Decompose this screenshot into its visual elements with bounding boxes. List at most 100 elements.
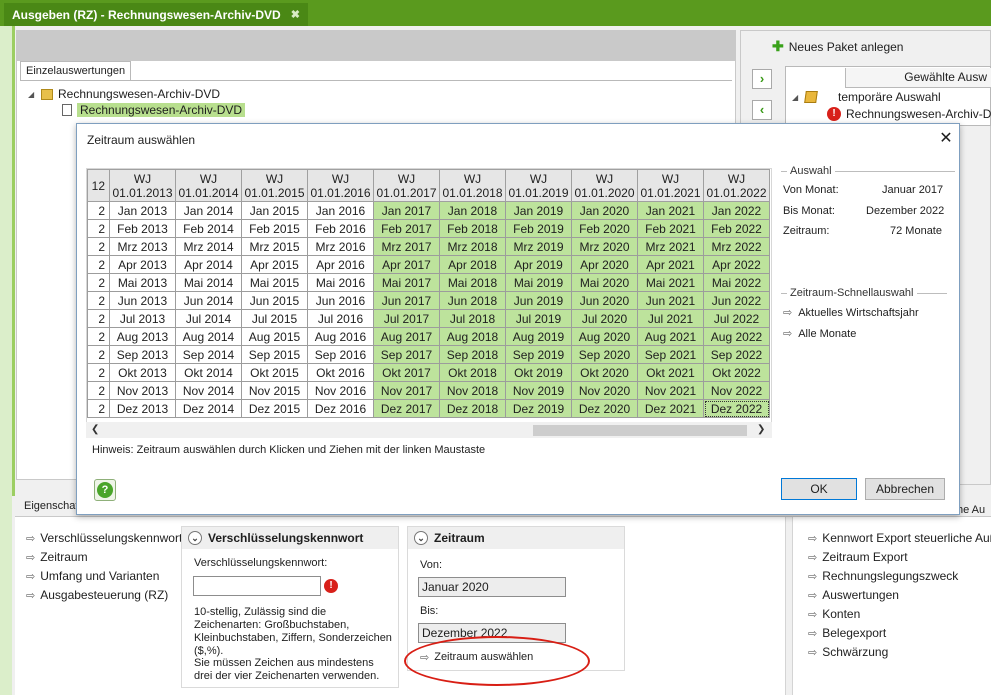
month-cell[interactable]: Jul 2017 bbox=[373, 309, 440, 328]
column-header-2014[interactable]: WJ 01.01.2014 bbox=[175, 169, 242, 202]
link-verschluesselungskennwort[interactable]: ⇨ Verschlüsselungskennwort bbox=[26, 531, 182, 545]
column-header-2013[interactable]: WJ 01.01.2013 bbox=[109, 169, 176, 202]
link-zeitraum[interactable]: ⇨ Zeitraum bbox=[26, 550, 88, 564]
month-cell[interactable]: Feb 2021 bbox=[637, 219, 704, 238]
month-cell[interactable]: Sep 2022 bbox=[703, 345, 770, 364]
month-cell[interactable]: Aug 2020 bbox=[571, 327, 638, 346]
link-schwaerzung[interactable]: ⇨ Schwärzung bbox=[808, 645, 888, 659]
month-cell[interactable]: Apr 2013 bbox=[109, 255, 176, 274]
month-cell-partial[interactable]: 2 bbox=[87, 309, 110, 328]
month-cell[interactable]: Apr 2018 bbox=[439, 255, 506, 274]
month-cell[interactable]: Dez 2022 bbox=[703, 399, 770, 418]
month-cell[interactable]: Aug 2021 bbox=[637, 327, 704, 346]
month-cell[interactable]: Jan 2018 bbox=[439, 201, 506, 220]
month-cell[interactable]: Feb 2022 bbox=[703, 219, 770, 238]
month-cell[interactable]: Apr 2016 bbox=[307, 255, 374, 274]
column-header-2015[interactable]: WJ 01.01.2015 bbox=[241, 169, 308, 202]
month-cell[interactable]: Jan 2014 bbox=[175, 201, 242, 220]
month-cell-partial[interactable]: 2 bbox=[87, 219, 110, 238]
month-cell[interactable]: Okt 2018 bbox=[439, 363, 506, 382]
month-cell[interactable]: Feb 2020 bbox=[571, 219, 638, 238]
month-cell[interactable]: Nov 2015 bbox=[241, 381, 308, 400]
column-header-2017[interactable]: WJ 01.01.2017 bbox=[373, 169, 440, 202]
month-cell[interactable]: Mrz 2013 bbox=[109, 237, 176, 256]
month-cell[interactable]: Dez 2016 bbox=[307, 399, 374, 418]
month-cell[interactable]: Mai 2013 bbox=[109, 273, 176, 292]
kennwort-section-header[interactable]: ⌄ Verschlüsselungskennwort bbox=[182, 527, 398, 549]
month-cell[interactable]: Sep 2018 bbox=[439, 345, 506, 364]
package-temp[interactable]: ◢ temporäre Auswahl bbox=[792, 90, 941, 104]
month-cell[interactable]: Aug 2019 bbox=[505, 327, 572, 346]
month-cell[interactable]: Jan 2019 bbox=[505, 201, 572, 220]
month-cell[interactable]: Feb 2013 bbox=[109, 219, 176, 238]
month-cell-partial[interactable]: 2 bbox=[87, 237, 110, 256]
help-button[interactable]: ? bbox=[94, 479, 116, 501]
month-grid[interactable]: 12 WJ 01.01.2013 WJ 01.01.2014 WJ 01.01.2015 WJ… bbox=[86, 168, 772, 438]
month-cell[interactable]: Feb 2015 bbox=[241, 219, 308, 238]
month-cell[interactable]: Aug 2022 bbox=[703, 327, 770, 346]
column-header-2016[interactable]: WJ 01.01.2016 bbox=[307, 169, 374, 202]
month-cell[interactable]: Mrz 2016 bbox=[307, 237, 374, 256]
month-cell[interactable]: Nov 2016 bbox=[307, 381, 374, 400]
scroll-right-icon[interactable]: ❯ bbox=[757, 422, 765, 438]
month-cell[interactable]: Apr 2021 bbox=[637, 255, 704, 274]
month-cell[interactable]: Dez 2013 bbox=[109, 399, 176, 418]
month-cell[interactable]: Dez 2017 bbox=[373, 399, 440, 418]
link-umfang[interactable]: ⇨ Umfang und Varianten bbox=[26, 569, 159, 583]
cancel-button[interactable]: Abbrechen bbox=[865, 478, 945, 500]
package-item[interactable]: ! Rechnungswesen-Archiv-DVD bbox=[827, 107, 991, 121]
month-cell[interactable]: Nov 2022 bbox=[703, 381, 770, 400]
month-cell[interactable]: Jan 2022 bbox=[703, 201, 770, 220]
column-header-2018[interactable]: WJ 01.01.2018 bbox=[439, 169, 506, 202]
month-cell-partial[interactable]: 2 bbox=[87, 381, 110, 400]
column-header-2020[interactable]: WJ 01.01.2020 bbox=[571, 169, 638, 202]
month-cell[interactable]: Aug 2016 bbox=[307, 327, 374, 346]
month-cell[interactable]: Nov 2014 bbox=[175, 381, 242, 400]
month-cell[interactable]: Jun 2020 bbox=[571, 291, 638, 310]
month-cell[interactable]: Mai 2019 bbox=[505, 273, 572, 292]
close-icon[interactable]: ✕ bbox=[935, 128, 957, 150]
month-cell[interactable]: Apr 2017 bbox=[373, 255, 440, 274]
window-tab[interactable]: Ausgeben (RZ) - Rechnungswesen-Archiv-DV… bbox=[4, 3, 308, 26]
bottom-splitter[interactable] bbox=[785, 517, 793, 695]
tab-einzelauswertungen[interactable]: Einzelauswertungen bbox=[20, 61, 132, 81]
move-left-button[interactable]: ‹ bbox=[752, 100, 772, 120]
month-cell[interactable]: Nov 2017 bbox=[373, 381, 440, 400]
move-right-button[interactable]: › bbox=[752, 69, 772, 89]
month-cell[interactable]: Dez 2018 bbox=[439, 399, 506, 418]
chevron-down-icon[interactable]: ⌄ bbox=[188, 531, 202, 545]
month-cell[interactable]: Jul 2021 bbox=[637, 309, 704, 328]
month-cell[interactable]: Apr 2022 bbox=[703, 255, 770, 274]
month-cell[interactable]: Mai 2022 bbox=[703, 273, 770, 292]
month-cell[interactable]: Mai 2017 bbox=[373, 273, 440, 292]
month-cell[interactable]: Mai 2018 bbox=[439, 273, 506, 292]
tree-node-child[interactable]: Rechnungswesen-Archiv-DVD bbox=[62, 103, 246, 117]
kennwort-input[interactable] bbox=[193, 576, 321, 596]
month-cell[interactable]: Okt 2014 bbox=[175, 363, 242, 382]
month-cell[interactable]: Aug 2018 bbox=[439, 327, 506, 346]
month-cell[interactable]: Sep 2019 bbox=[505, 345, 572, 364]
month-cell-partial[interactable]: 2 bbox=[87, 345, 110, 364]
month-cell[interactable]: Apr 2015 bbox=[241, 255, 308, 274]
horizontal-scrollbar[interactable]: ❮ ❯ bbox=[86, 422, 772, 438]
month-cell[interactable]: Okt 2019 bbox=[505, 363, 572, 382]
month-cell[interactable]: Mrz 2018 bbox=[439, 237, 506, 256]
month-cell-partial[interactable]: 2 bbox=[87, 327, 110, 346]
month-cell[interactable]: Okt 2016 bbox=[307, 363, 374, 382]
month-cell[interactable]: Mrz 2019 bbox=[505, 237, 572, 256]
month-cell[interactable]: Nov 2020 bbox=[571, 381, 638, 400]
column-header-2022[interactable]: WJ 01.01.2022 bbox=[703, 169, 770, 202]
link-belegexport[interactable]: ⇨ Belegexport bbox=[808, 626, 886, 640]
month-cell[interactable]: Jun 2018 bbox=[439, 291, 506, 310]
chevron-down-icon[interactable]: ⌄ bbox=[414, 531, 428, 545]
close-tab-icon[interactable]: ✖ bbox=[291, 4, 300, 26]
link-zeitraum-export[interactable]: ⇨ Zeitraum Export bbox=[808, 550, 908, 564]
month-cell[interactable]: Okt 2022 bbox=[703, 363, 770, 382]
month-cell[interactable]: Jun 2017 bbox=[373, 291, 440, 310]
link-ausgabesteuerung[interactable]: ⇨ Ausgabesteuerung (RZ) bbox=[26, 588, 168, 602]
month-cell[interactable]: Jul 2016 bbox=[307, 309, 374, 328]
month-cell[interactable]: Nov 2019 bbox=[505, 381, 572, 400]
scroll-thumb[interactable] bbox=[533, 425, 747, 436]
collapse-triangle-icon[interactable]: ◢ bbox=[28, 90, 36, 99]
month-cell-partial[interactable]: 2 bbox=[87, 399, 110, 418]
